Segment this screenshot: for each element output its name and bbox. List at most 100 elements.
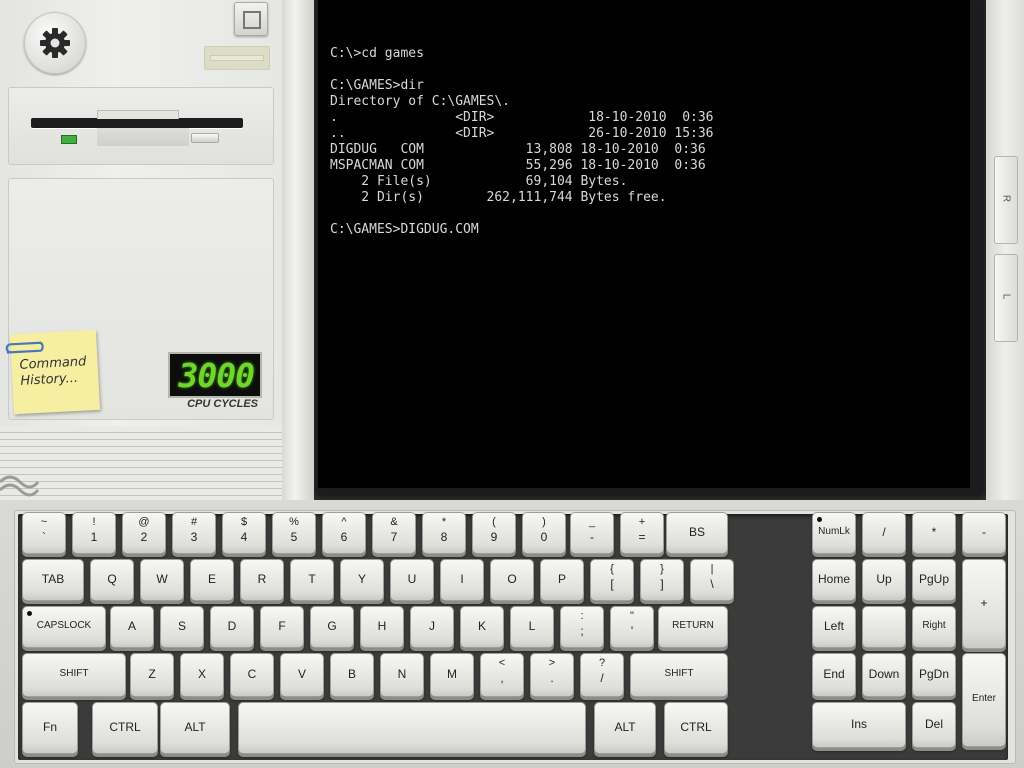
key-y[interactable]: Y <box>340 559 384 601</box>
window-toggle-button[interactable] <box>234 2 268 36</box>
key-q[interactable]: Q <box>90 559 134 601</box>
key-6[interactable]: ^ 6 <box>322 512 366 554</box>
key-k[interactable]: K <box>460 606 504 648</box>
key-ctrl-left[interactable]: CTRL <box>92 702 158 754</box>
key-fn[interactable]: Fn <box>22 702 78 754</box>
key-down[interactable]: Down <box>862 653 906 697</box>
key-f[interactable]: F <box>260 606 304 648</box>
key-backspace[interactable]: BS <box>666 512 728 554</box>
key-numpad-minus[interactable]: - <box>962 512 1006 554</box>
indicator-led <box>27 611 32 616</box>
key-n[interactable]: N <box>380 653 424 697</box>
key-4[interactable]: $4 <box>222 512 266 554</box>
key-l[interactable]: L <box>510 606 554 648</box>
key-home[interactable]: Home <box>812 559 856 601</box>
key-2[interactable]: @2 <box>122 512 166 554</box>
key-o[interactable]: O <box>490 559 534 601</box>
key-slash[interactable]: ? / <box>580 653 624 697</box>
key-backtick[interactable]: ~ ` <box>22 512 66 554</box>
key-r[interactable]: R <box>240 559 284 601</box>
keyboard: ~ `! 1 @2 #3 $4% 5 ^ 6 & 7 * 8(9) 0 _ - + = BS TAB Q W E R T Y U I O… <box>0 500 1024 768</box>
key-x[interactable]: X <box>180 653 224 697</box>
key-t[interactable]: T <box>290 559 334 601</box>
key-del[interactable]: Del <box>912 702 956 748</box>
key-space[interactable] <box>238 702 586 754</box>
key-numpad-asterisk[interactable]: * <box>912 512 956 554</box>
key--[interactable]: }] <box>640 559 684 601</box>
key-quote[interactable]: " ' <box>610 606 654 648</box>
l-button[interactable]: L <box>994 254 1018 342</box>
eject-button[interactable] <box>191 133 219 143</box>
key-label: I <box>460 572 464 586</box>
key-m[interactable]: M <box>430 653 474 697</box>
key-label: ' <box>630 624 634 638</box>
key-3[interactable]: #3 <box>172 512 216 554</box>
key-pgup[interactable]: PgUp <box>912 559 956 601</box>
key-9[interactable]: (9 <box>472 512 516 554</box>
command-history-note[interactable]: Command History... <box>5 329 101 415</box>
key-semicolon[interactable]: :; <box>560 606 604 648</box>
key-p[interactable]: P <box>540 559 584 601</box>
key-z[interactable]: Z <box>130 653 174 697</box>
key-e[interactable]: E <box>190 559 234 601</box>
key-enter[interactable]: Enter <box>962 653 1006 747</box>
key-ctrl-right[interactable]: CTRL <box>664 702 728 754</box>
key-i[interactable]: I <box>440 559 484 601</box>
key-numpad-5[interactable] <box>862 606 906 648</box>
floppy-slot <box>31 110 243 128</box>
key-v[interactable]: V <box>280 653 324 697</box>
key-alt-right[interactable]: ALT <box>594 702 656 754</box>
key-up[interactable]: Up <box>862 559 906 601</box>
key-c[interactable]: C <box>230 653 274 697</box>
key-w[interactable]: W <box>140 559 184 601</box>
key-d[interactable]: D <box>210 606 254 648</box>
terminal-line: . <DIR> 18-10-2010 0:36 <box>330 110 714 125</box>
key-shift-right[interactable]: SHIFT <box>630 653 728 697</box>
key-tab[interactable]: TAB <box>22 559 84 601</box>
cpu-cycles-display[interactable]: 3000 <box>168 352 262 398</box>
key-bracket[interactable]: {[ <box>590 559 634 601</box>
key-ins[interactable]: Ins <box>812 702 906 748</box>
key-numpad-plus[interactable]: + <box>962 559 1006 649</box>
key-minus[interactable]: _ - <box>570 512 614 554</box>
key-label: NumLk <box>818 526 850 537</box>
key-8[interactable]: * 8 <box>422 512 466 554</box>
key-0[interactable]: ) 0 <box>522 512 566 554</box>
key-j[interactable]: J <box>410 606 454 648</box>
key-left[interactable]: Left <box>812 606 856 648</box>
key-label: G <box>327 619 337 633</box>
key-pgdn[interactable]: PgDn <box>912 653 956 697</box>
terminal-output: C:\>cd games C:\GAMES>dir Directory of C:\… <box>330 46 714 238</box>
key-label: Del <box>924 717 943 731</box>
floppy-drive[interactable] <box>8 87 274 165</box>
key-right[interactable]: Right <box>912 606 956 648</box>
key-backslash[interactable]: | \ <box>690 559 734 601</box>
key-5[interactable]: % 5 <box>272 512 316 554</box>
key-numpad-slash[interactable]: / <box>862 512 906 554</box>
key-label: RETURN <box>672 620 714 631</box>
r-button[interactable]: R <box>994 156 1018 244</box>
settings-button[interactable] <box>24 12 86 74</box>
key-label: 8 <box>440 530 448 544</box>
key-u[interactable]: U <box>390 559 434 601</box>
key-label: B <box>347 667 356 681</box>
key-period[interactable]: >. <box>530 653 574 697</box>
key-g[interactable]: G <box>310 606 354 648</box>
key-shift-left[interactable]: SHIFT <box>22 653 126 697</box>
key-b[interactable]: B <box>330 653 374 697</box>
key-1[interactable]: ! 1 <box>72 512 116 554</box>
dos-screen[interactable]: C:\>cd games C:\GAMES>dir Directory of C:\… <box>318 0 970 488</box>
key-7[interactable]: & 7 <box>372 512 416 554</box>
key-label: ] <box>660 577 664 591</box>
key-return[interactable]: RETURN <box>658 606 728 648</box>
key-alt-left[interactable]: ALT <box>160 702 230 754</box>
key-capslock[interactable]: CAPSLOCK <box>22 606 106 648</box>
key-comma[interactable]: <, <box>480 653 524 697</box>
key-h[interactable]: H <box>360 606 404 648</box>
key-numlock[interactable]: NumLk <box>812 512 856 554</box>
key-s[interactable]: S <box>160 606 204 648</box>
key-end[interactable]: End <box>812 653 856 697</box>
key-equals[interactable]: + = <box>620 512 664 554</box>
key-a[interactable]: A <box>110 606 154 648</box>
